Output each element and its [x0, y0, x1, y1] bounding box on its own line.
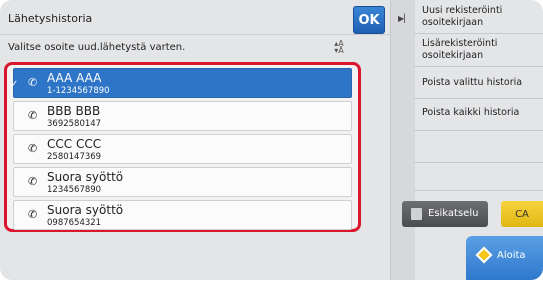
history-item[interactable]: ✆ Suora syöttö 0987654321	[13, 200, 352, 230]
menu-item-delete-all[interactable]: Poista kaikki historia	[414, 99, 543, 131]
start-diamond-icon	[475, 246, 493, 264]
history-item-number: 1234567890	[47, 185, 102, 195]
phone-icon: ✆	[28, 76, 38, 89]
menu-item-empty	[414, 131, 543, 163]
history-item-number: 3692580147	[47, 119, 102, 129]
menu-item-new-registration[interactable]: Uusi rekisteröinti osoitekirjaan	[414, 0, 543, 34]
check-icon: ✓	[10, 79, 19, 90]
history-item[interactable]: ✆ BBB BBB 3692580147	[13, 101, 352, 131]
start-button[interactable]: Aloita	[466, 236, 543, 280]
menu-item-additional-registration[interactable]: Lisärekisteröinti osoitekirjaan	[414, 34, 543, 67]
instruction-text: Valitse osoite uud.lähetystä varten.	[8, 42, 186, 53]
preview-label: Esikatselu	[428, 208, 479, 219]
expand-arrow-icon: ▶▏	[398, 14, 411, 23]
menu-item-empty	[414, 163, 543, 191]
history-item-name: CCC CCC	[47, 137, 102, 151]
clear-all-button[interactable]: CA	[501, 201, 543, 227]
history-item-name: AAA AAA	[47, 71, 102, 85]
history-item-name: Suora syöttö	[47, 170, 124, 184]
history-item-number: 0987654321	[47, 218, 102, 228]
sort-alpha-icon[interactable]: ▴A ▾Ā	[330, 40, 348, 55]
menu-item-delete-selected[interactable]: Poista valittu historia	[414, 67, 543, 99]
history-item-name: Suora syöttö	[47, 203, 124, 217]
history-list-frame: ✓ ✆ AAA AAA 1-1234567890 ✆ BBB BBB 36925…	[4, 62, 361, 232]
history-item[interactable]: ✓ ✆ AAA AAA 1-1234567890	[10, 68, 352, 98]
phone-icon: ✆	[28, 109, 38, 122]
menu-item-label: Poista kaikki historia	[422, 107, 520, 118]
history-list: ✓ ✆ AAA AAA 1-1234567890 ✆ BBB BBB 36925…	[10, 68, 352, 233]
history-item[interactable]: ✆ CCC CCC 2580147369	[13, 134, 352, 164]
preview-icon	[411, 208, 422, 220]
history-item-name: BBB BBB	[47, 104, 101, 118]
action-panel-toggle[interactable]: ▶▏	[390, 0, 415, 280]
history-item-number: 1-1234567890	[47, 86, 110, 96]
header-divider	[0, 34, 390, 35]
menu-item-label: Uusi rekisteröinti osoitekirjaan	[422, 5, 503, 28]
preview-button[interactable]: Esikatselu	[402, 201, 488, 227]
phone-icon: ✆	[28, 208, 38, 221]
ok-button[interactable]: OK	[353, 6, 385, 34]
phone-icon: ✆	[28, 142, 38, 155]
phone-icon: ✆	[28, 175, 38, 188]
start-label: Aloita	[497, 250, 526, 261]
menu-item-label: Lisärekisteröinti osoitekirjaan	[422, 38, 498, 61]
history-item[interactable]: ✆ Suora syöttö 1234567890	[13, 167, 352, 197]
history-item-number: 2580147369	[47, 152, 102, 162]
menu-item-label: Poista valittu historia	[422, 77, 523, 88]
page-title: Lähetyshistoria	[8, 12, 93, 25]
sending-history-panel: Lähetyshistoria OK Valitse osoite uud.lä…	[0, 0, 543, 280]
